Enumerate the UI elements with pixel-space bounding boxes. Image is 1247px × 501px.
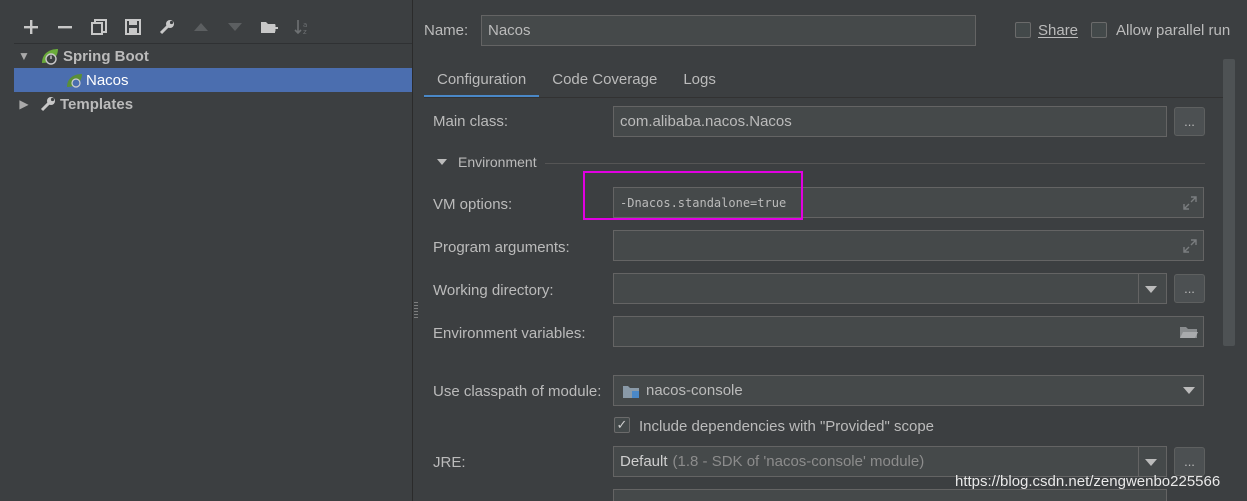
- wrench-icon[interactable]: [150, 12, 184, 42]
- config-tabs: Configuration Code Coverage Logs: [424, 60, 729, 98]
- dropdown-separator: [1138, 447, 1139, 476]
- jre-detail: (1.8 - SDK of 'nacos-console' module): [672, 453, 925, 470]
- jre-value: Default: [620, 453, 668, 470]
- main-class-field[interactable]: com.alibaba.nacos.Nacos: [613, 106, 1167, 137]
- config-tree: ▼ Spring Boot Nacos ▶ Templates: [14, 43, 412, 501]
- save-icon[interactable]: [116, 12, 150, 42]
- module-folder-icon: [623, 385, 639, 398]
- tab-code-coverage[interactable]: Code Coverage: [539, 60, 670, 98]
- include-dependencies-checkbox[interactable]: ✓: [614, 417, 630, 433]
- panel-splitter[interactable]: [412, 0, 420, 501]
- vm-options-label: VM options:: [433, 196, 513, 213]
- working-directory-label: Working directory:: [433, 282, 554, 299]
- expand-icon[interactable]: [1182, 195, 1198, 211]
- tree-label-templates: Templates: [60, 95, 134, 113]
- tree-node-spring-boot[interactable]: ▼ Spring Boot: [14, 44, 412, 68]
- wrench-icon: [40, 96, 56, 112]
- classpath-module-label: Use classpath of module:: [433, 383, 602, 400]
- tab-configuration[interactable]: Configuration: [424, 60, 540, 98]
- move-down-icon: [218, 12, 252, 42]
- shorten-command-line-select[interactable]: [613, 489, 1167, 501]
- tree-label-nacos: Nacos: [86, 71, 129, 89]
- remove-icon[interactable]: [48, 12, 82, 42]
- name-label: Name:: [424, 22, 469, 39]
- classpath-module-value: nacos-console: [646, 382, 743, 399]
- move-up-icon: [184, 12, 218, 42]
- chevron-down-icon[interactable]: [1145, 459, 1157, 466]
- program-arguments-label: Program arguments:: [433, 239, 570, 256]
- tab-divider: [424, 97, 1231, 98]
- main-class-browse-button[interactable]: ...: [1174, 107, 1205, 136]
- spring-boot-run-icon: [66, 72, 84, 88]
- run-config-tree-panel: az ▼ Spring Boot Nacos ▶ Templates: [0, 0, 412, 501]
- tree-label-spring-boot: Spring Boot: [63, 47, 149, 65]
- working-directory-field[interactable]: [613, 273, 1167, 304]
- highlight-annotation-box: [583, 171, 803, 220]
- vertical-scrollbar[interactable]: [1223, 59, 1235, 346]
- share-label: Share: [1038, 22, 1079, 39]
- working-directory-browse-button[interactable]: ...: [1174, 274, 1205, 303]
- share-checkbox[interactable]: [1015, 22, 1031, 38]
- copy-icon[interactable]: [82, 12, 116, 42]
- environment-section-header[interactable]: Environment: [436, 154, 537, 170]
- tree-node-templates[interactable]: ▶ Templates: [14, 92, 412, 116]
- allow-parallel-run-label: Allow parallel run: [1116, 22, 1231, 39]
- chevron-down-icon[interactable]: [1145, 286, 1157, 293]
- include-dependencies-label: Include dependencies with "Provided" sco…: [639, 418, 935, 435]
- expand-icon[interactable]: [1182, 238, 1198, 254]
- environment-variables-label: Environment variables:: [433, 325, 586, 342]
- config-editor-panel: Name: Nacos Share Allow parallel run Con…: [420, 0, 1247, 501]
- jre-label: JRE:: [433, 454, 466, 471]
- tree-node-nacos[interactable]: Nacos: [14, 68, 412, 92]
- splitter-grip[interactable]: [414, 302, 418, 320]
- environment-variables-field[interactable]: [613, 316, 1204, 347]
- expand-arrow-icon[interactable]: ▼: [16, 49, 32, 63]
- sort-icon: az: [286, 12, 320, 42]
- classpath-module-select[interactable]: nacos-console: [613, 375, 1204, 406]
- main-class-label: Main class:: [433, 113, 509, 130]
- tab-logs[interactable]: Logs: [670, 60, 729, 98]
- folder-icon[interactable]: [1179, 324, 1199, 340]
- environment-divider: [545, 163, 1205, 164]
- name-field[interactable]: Nacos: [481, 15, 976, 46]
- collapse-arrow-icon[interactable]: ▶: [16, 97, 32, 111]
- chevron-down-icon[interactable]: [1183, 387, 1195, 394]
- svg-text:z: z: [303, 28, 307, 35]
- new-folder-icon[interactable]: [252, 12, 286, 42]
- tree-toolbar: az: [14, 12, 320, 42]
- spring-boot-icon: [40, 47, 60, 65]
- dropdown-separator: [1138, 274, 1139, 303]
- jre-browse-button[interactable]: ...: [1174, 447, 1205, 476]
- environment-collapse-icon[interactable]: [436, 157, 448, 167]
- add-icon[interactable]: [14, 12, 48, 42]
- watermark-text: https://blog.csdn.net/zengwenbo225566: [955, 473, 1221, 490]
- program-arguments-field[interactable]: [613, 230, 1204, 261]
- allow-parallel-run-checkbox[interactable]: [1091, 22, 1107, 38]
- environment-label: Environment: [458, 154, 537, 170]
